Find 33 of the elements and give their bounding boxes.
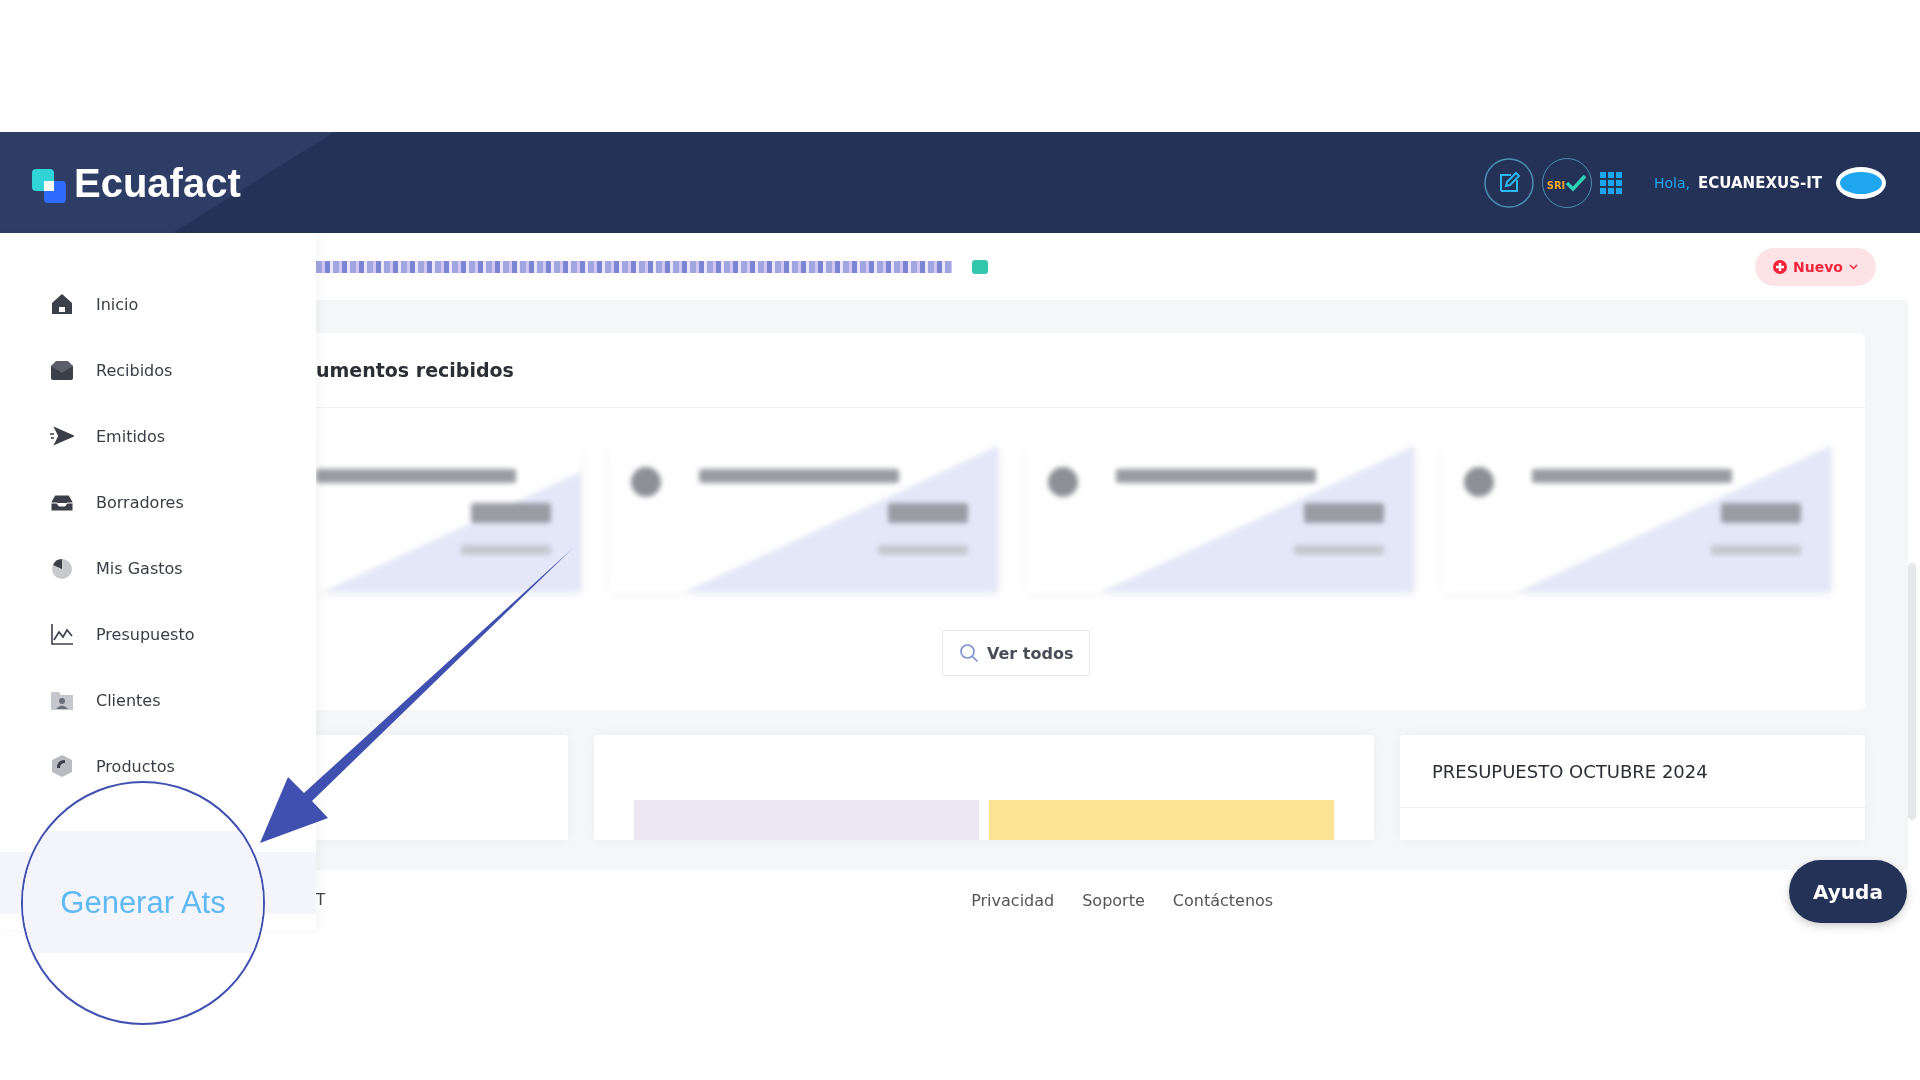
box-icon bbox=[50, 754, 74, 778]
pie-chart-icon bbox=[50, 556, 74, 580]
view-all-button[interactable]: Ver todos bbox=[942, 630, 1091, 676]
footer-link[interactable]: Privacidad bbox=[971, 890, 1055, 910]
line-chart-icon bbox=[50, 622, 74, 646]
envelope-icon bbox=[50, 358, 74, 382]
sidebar-item[interactable]: Productos bbox=[0, 753, 316, 779]
logo-icon bbox=[32, 168, 66, 203]
logo-text: Ecuafact bbox=[74, 162, 241, 203]
card-title: PRESUPUESTO OCTUBRE 2024 bbox=[1400, 735, 1865, 808]
footer-link[interactable]: Contáctenos bbox=[1172, 890, 1274, 910]
sidebar-item[interactable]: Emitidos bbox=[0, 423, 316, 449]
footer-text: T bbox=[316, 891, 326, 909]
pixelated-icon bbox=[972, 259, 988, 274]
footer-link[interactable]: Soporte bbox=[1082, 890, 1145, 910]
sidebar-item[interactable]: Presupuesto bbox=[0, 621, 316, 647]
sidebar-item[interactable]: Mis Gastos bbox=[0, 555, 316, 581]
plus-icon bbox=[1773, 259, 1788, 274]
apps-grid-icon[interactable] bbox=[1600, 171, 1622, 194]
chevron-down-icon bbox=[1849, 263, 1858, 270]
sidebar-item[interactable]: Clientes bbox=[0, 687, 316, 713]
sidebar-item[interactable]: Borradores bbox=[0, 489, 316, 515]
user-avatar[interactable] bbox=[1836, 166, 1886, 199]
sidebar-item[interactable]: Inicio bbox=[0, 291, 316, 317]
search-icon bbox=[959, 643, 979, 663]
greeting-text: Hola, bbox=[1654, 174, 1690, 191]
card-title: umentos recibidos bbox=[316, 359, 514, 381]
sidebar-item[interactable]: Recibidos bbox=[0, 357, 316, 383]
home-icon bbox=[50, 292, 74, 316]
user-name[interactable]: ECUANEXUS-IT bbox=[1698, 173, 1822, 192]
send-icon bbox=[50, 424, 74, 448]
edit-icon[interactable] bbox=[1484, 157, 1534, 208]
scrollbar[interactable] bbox=[1908, 563, 1916, 820]
